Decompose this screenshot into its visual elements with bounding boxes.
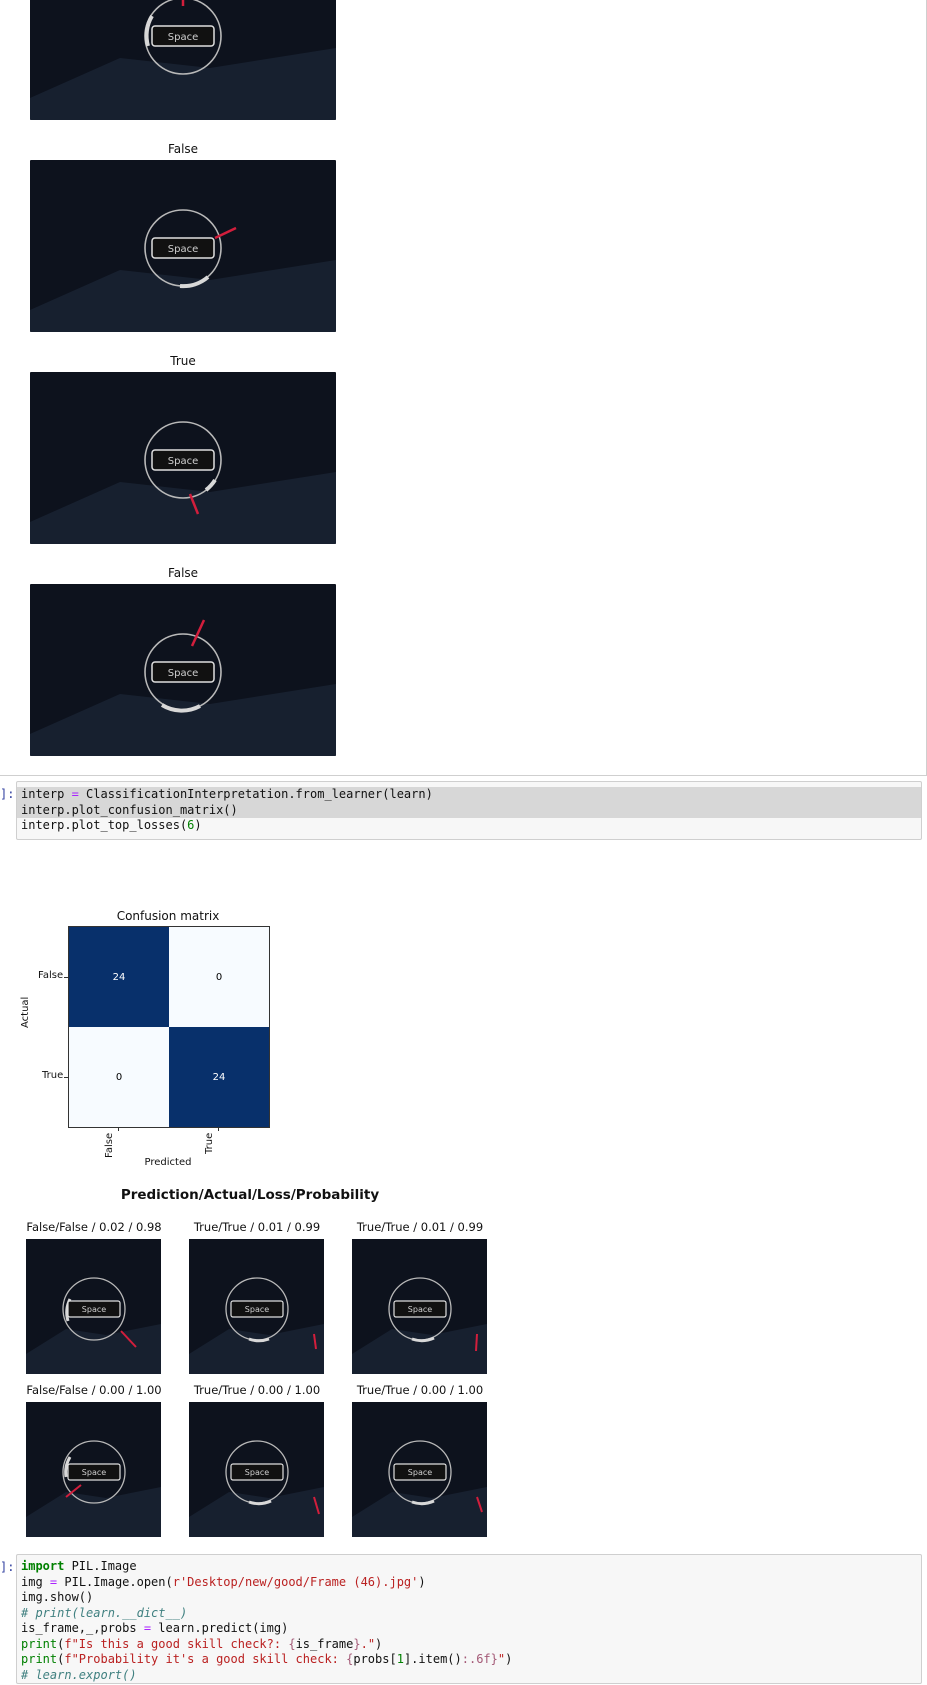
output-image-title-4: False xyxy=(167,566,199,580)
svg-text:Space: Space xyxy=(408,1305,432,1314)
cell-prompt-1: ]: xyxy=(0,787,15,801)
top-loss-label: True/True / 0.00 / 1.00 xyxy=(356,1383,484,1397)
output-image-3: Space xyxy=(30,372,336,544)
svg-text:Space: Space xyxy=(408,1468,432,1477)
confusion-cell: 24 xyxy=(169,1027,269,1127)
confusion-col-label-true: True xyxy=(204,1132,215,1154)
confusion-cell: 24 xyxy=(69,927,169,1027)
space-label: Space xyxy=(168,32,198,43)
output-image-4: Space xyxy=(30,584,336,756)
code-line: import PIL.Image xyxy=(21,1559,137,1573)
y-tick xyxy=(64,1077,68,1078)
x-tick xyxy=(118,1127,119,1131)
confusion-row-label-false: False xyxy=(38,970,64,981)
confusion-xlabel: Predicted xyxy=(144,1157,192,1168)
output-image-title-3: True xyxy=(170,354,196,368)
top-loss-label: True/True / 0.01 / 0.99 xyxy=(193,1220,321,1234)
top-loss-image: Space xyxy=(26,1239,161,1374)
top-loss-image: Space xyxy=(352,1402,487,1537)
code-line: img = PIL.Image.open(r'Desktop/new/good/… xyxy=(21,1574,426,1589)
y-tick xyxy=(64,977,68,978)
code-cell-1[interactable]: interp = ClassificationInterpretation.fr… xyxy=(16,781,922,840)
output-image-1: Space xyxy=(30,0,336,120)
top-loss-label: False/False / 0.00 / 1.00 xyxy=(26,1383,162,1397)
code-line: interp.plot_confusion_matrix() xyxy=(17,802,921,818)
code-line: is_frame,_,probs = learn.predict(img) xyxy=(21,1621,289,1635)
top-loss-label: False/False / 0.02 / 0.98 xyxy=(26,1220,162,1234)
top-loss-image: Space xyxy=(26,1402,161,1537)
svg-text:Space: Space xyxy=(245,1468,269,1477)
output-image-2: Space xyxy=(30,160,336,332)
confusion-col-label-false: False xyxy=(104,1132,115,1158)
output-image-title-2: False xyxy=(167,142,199,156)
code-line: # print(learn.__dict__) xyxy=(21,1605,188,1620)
code-line: print(f"Is this a good skill check?: {is… xyxy=(21,1636,383,1651)
code-line: interp = ClassificationInterpretation.fr… xyxy=(17,787,921,803)
svg-text:Space: Space xyxy=(245,1305,269,1314)
top-loss-image: Space xyxy=(189,1402,324,1537)
svg-text:Space: Space xyxy=(82,1305,106,1314)
confusion-row-label-true: True xyxy=(42,1070,64,1081)
svg-text:Space: Space xyxy=(82,1468,106,1477)
skill-check-frame-1: Space xyxy=(30,0,336,120)
code-line: interp.plot_top_losses(6) xyxy=(21,818,202,832)
top-loss-label: True/True / 0.00 / 1.00 xyxy=(193,1383,321,1397)
code-line: print(f"Probability it's a good skill ch… xyxy=(21,1652,513,1666)
cell-output-area: Space False Space True Space False Space xyxy=(0,0,927,776)
code-line: img.show() xyxy=(21,1590,94,1604)
code-line: # learn.export() xyxy=(21,1667,137,1682)
svg-text:Space: Space xyxy=(168,668,198,679)
svg-text:Space: Space xyxy=(168,244,198,255)
confusion-cell: 0 xyxy=(169,927,269,1027)
confusion-ylabel: Actual xyxy=(20,996,31,1028)
top-loss-image: Space xyxy=(352,1239,487,1374)
top-loss-image: Space xyxy=(189,1239,324,1374)
cell-prompt-2: ]: xyxy=(0,1560,15,1574)
svg-text:Space: Space xyxy=(168,456,198,467)
x-tick xyxy=(218,1127,219,1131)
top-loss-label: True/True / 0.01 / 0.99 xyxy=(356,1220,484,1234)
confusion-matrix: 24 0 0 24 xyxy=(68,926,270,1128)
confusion-matrix-title: Confusion matrix xyxy=(116,909,220,923)
code-cell-2[interactable]: import PIL.Image img = PIL.Image.open(r'… xyxy=(16,1554,922,1684)
confusion-cell: 0 xyxy=(69,1027,169,1127)
top-losses-title: Prediction/Actual/Loss/Probability xyxy=(120,1187,380,1203)
